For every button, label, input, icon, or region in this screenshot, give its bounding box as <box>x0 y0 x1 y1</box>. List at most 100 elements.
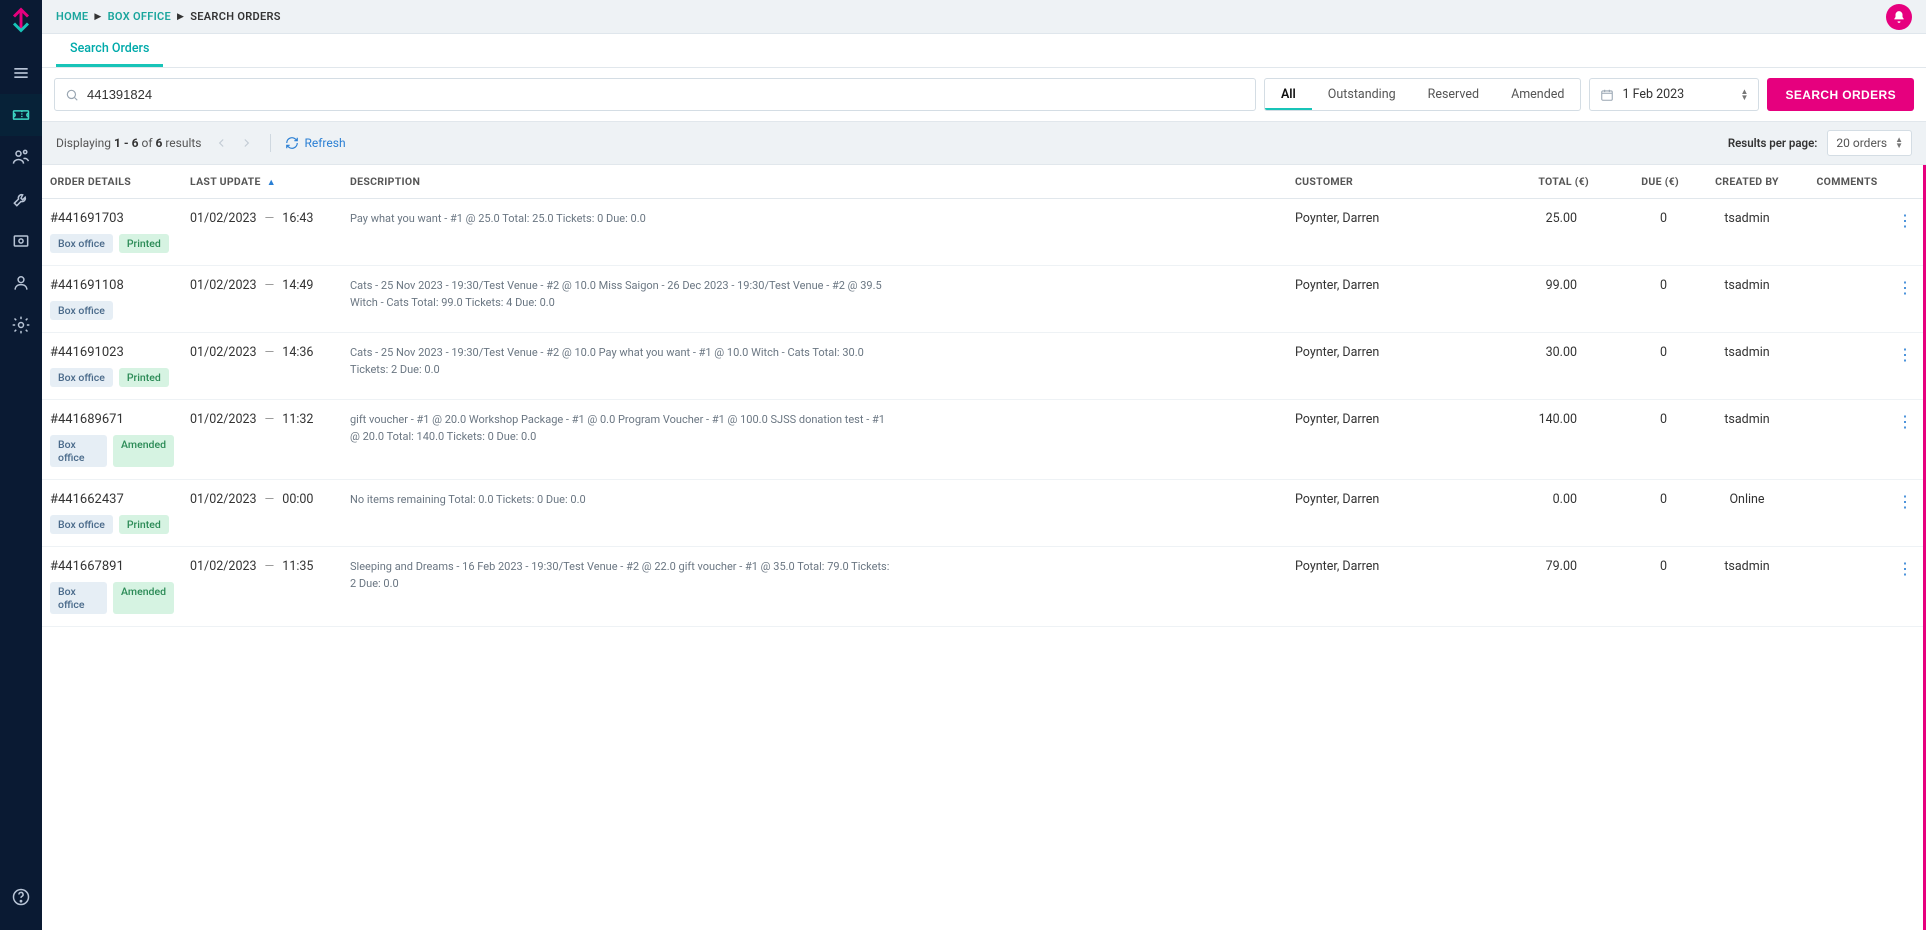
page-prev-icon[interactable] <box>212 133 232 153</box>
crumb-home[interactable]: HOME <box>56 10 88 23</box>
breadcrumb-bar: HOME ▶ BOX OFFICE ▶ SEARCH ORDERS <box>42 0 1926 34</box>
comments <box>1807 266 1887 333</box>
chevron-right-icon: ▶ <box>177 12 184 22</box>
customer: Poynter, Darren <box>1287 199 1487 266</box>
date-text: 1 Feb 2023 <box>1622 87 1732 102</box>
page-next-icon[interactable] <box>236 133 256 153</box>
due: 0 <box>1597 199 1687 266</box>
col-customer[interactable]: CUSTOMER <box>1287 165 1487 199</box>
sidebar-tickets-icon[interactable] <box>0 220 42 262</box>
customer: Poynter, Darren <box>1287 480 1487 547</box>
badge-box-office: Box office <box>50 435 107 467</box>
table-row[interactable]: #441662437 Box office Printed 01/02/2023—00… <box>42 480 1923 547</box>
calendar-icon <box>1600 88 1614 102</box>
search-input[interactable] <box>87 87 1245 102</box>
sidebar-help-icon[interactable] <box>0 876 42 918</box>
col-last-update[interactable]: LAST UPDATE▲ <box>182 165 342 199</box>
created-by: tsadmin <box>1687 400 1807 480</box>
chevron-right-icon: ▶ <box>94 12 101 22</box>
table-row[interactable]: #441689671Box officeAmended01/02/2023—11… <box>42 400 1923 480</box>
date-stepper-icon: ▲▼ <box>1741 89 1749 101</box>
sidebar-boxoffice-icon[interactable] <box>0 94 42 136</box>
filter-reserved[interactable]: Reserved <box>1412 79 1495 110</box>
col-total[interactable]: TOTAL (€) <box>1487 165 1597 199</box>
sidebar-user-icon[interactable] <box>0 262 42 304</box>
due: 0 <box>1597 400 1687 480</box>
due: 0 <box>1597 266 1687 333</box>
order-id: #441689671 <box>50 412 174 427</box>
last-update: 01/02/2023—14:49 <box>182 266 342 333</box>
orders-table-wrap: ORDER DETAILS LAST UPDATE▲ DESCRIPTION C… <box>42 165 1926 930</box>
sidebar-tools-icon[interactable] <box>0 178 42 220</box>
crumb-current: SEARCH ORDERS <box>190 10 281 23</box>
customer: Poynter, Darren <box>1287 547 1487 627</box>
row-actions-icon[interactable]: ⋮ <box>1887 199 1923 266</box>
row-actions-icon[interactable]: ⋮ <box>1887 333 1923 400</box>
sidebar <box>0 0 42 930</box>
notifications-button[interactable] <box>1886 4 1912 30</box>
orders-table: ORDER DETAILS LAST UPDATE▲ DESCRIPTION C… <box>42 165 1923 627</box>
table-row[interactable]: #441691023Box officePrinted01/02/2023—14… <box>42 333 1923 400</box>
due: 0 <box>1597 547 1687 627</box>
pager <box>212 133 256 153</box>
col-order-details[interactable]: ORDER DETAILS <box>42 165 182 199</box>
table-row[interactable]: #441667891Box officeAmended01/02/2023—11… <box>42 547 1923 627</box>
badge-amended: Amended <box>113 435 174 467</box>
order-id: #441691703 <box>50 211 174 226</box>
badge-amended: Amended <box>113 582 174 614</box>
comments <box>1807 547 1887 627</box>
table-row[interactable]: #441691108Box office01/02/2023—14:49Cats… <box>42 266 1923 333</box>
total: 99.00 <box>1487 266 1597 333</box>
crumb-boxoffice[interactable]: BOX OFFICE <box>108 10 171 23</box>
last-update: 01/02/2023—14:36 <box>182 333 342 400</box>
created-by: tsadmin <box>1687 266 1807 333</box>
total: 25.00 <box>1487 199 1597 266</box>
comments <box>1807 480 1887 547</box>
rpp-value: 20 orders <box>1836 136 1887 150</box>
tabstrip: Search Orders <box>42 34 1926 68</box>
badge-box-office: Box office <box>50 368 113 387</box>
filter-all[interactable]: All <box>1265 79 1312 110</box>
row-actions-icon[interactable]: ⋮ <box>1887 266 1923 333</box>
results-per-page-select[interactable]: 20 orders ▲▼ <box>1827 130 1912 156</box>
col-description[interactable]: DESCRIPTION <box>342 165 1287 199</box>
badge-printed: Printed <box>119 515 169 534</box>
table-row[interactable]: #441691703Box officePrinted01/02/2023—16… <box>42 199 1923 266</box>
sidebar-people-icon[interactable] <box>0 136 42 178</box>
date-filter[interactable]: 1 Feb 2023 ▲▼ <box>1589 78 1759 111</box>
col-comments[interactable]: COMMENTS <box>1807 165 1887 199</box>
tab-search-orders[interactable]: Search Orders <box>56 33 163 67</box>
customer: Poynter, Darren <box>1287 400 1487 480</box>
sidebar-settings-icon[interactable] <box>0 304 42 346</box>
refresh-button[interactable]: Refresh <box>285 136 346 150</box>
order-id: #441662437 <box>50 492 174 507</box>
description: No items remaining Total: 0.0 Tickets: 0… <box>350 492 890 509</box>
last-update: 01/02/2023—00:00 <box>182 480 342 547</box>
created-by: tsadmin <box>1687 547 1807 627</box>
select-stepper-icon: ▲▼ <box>1895 137 1903 149</box>
filter-outstanding[interactable]: Outstanding <box>1312 79 1412 110</box>
order-id: #441667891 <box>50 559 174 574</box>
row-actions-icon[interactable]: ⋮ <box>1887 400 1923 480</box>
col-due[interactable]: DUE (€) <box>1597 165 1687 199</box>
sidebar-menu-icon[interactable] <box>0 52 42 94</box>
description: Cats - 25 Nov 2023 - 19:30/Test Venue - … <box>350 278 890 311</box>
sort-asc-icon: ▲ <box>267 178 276 188</box>
search-row: All Outstanding Reserved Amended 1 Feb 2… <box>42 68 1926 122</box>
total: 0.00 <box>1487 480 1597 547</box>
filter-amended[interactable]: Amended <box>1495 79 1580 110</box>
description: Cats - 25 Nov 2023 - 19:30/Test Venue - … <box>350 345 890 378</box>
total: 140.00 <box>1487 400 1597 480</box>
created-by: tsadmin <box>1687 199 1807 266</box>
badge-box-office: Box office <box>50 515 113 534</box>
displaying-label: Displaying 1 - 6 of 6 results <box>56 136 202 150</box>
divider <box>270 134 271 152</box>
col-created-by[interactable]: CREATED BY <box>1687 165 1807 199</box>
search-button[interactable]: SEARCH ORDERS <box>1767 78 1914 111</box>
filter-tabs: All Outstanding Reserved Amended <box>1264 78 1582 111</box>
description: Sleeping and Dreams - 16 Feb 2023 - 19:3… <box>350 559 890 592</box>
col-actions <box>1887 165 1923 199</box>
row-actions-icon[interactable]: ⋮ <box>1887 547 1923 627</box>
row-actions-icon[interactable]: ⋮ <box>1887 480 1923 547</box>
search-icon <box>65 88 79 102</box>
